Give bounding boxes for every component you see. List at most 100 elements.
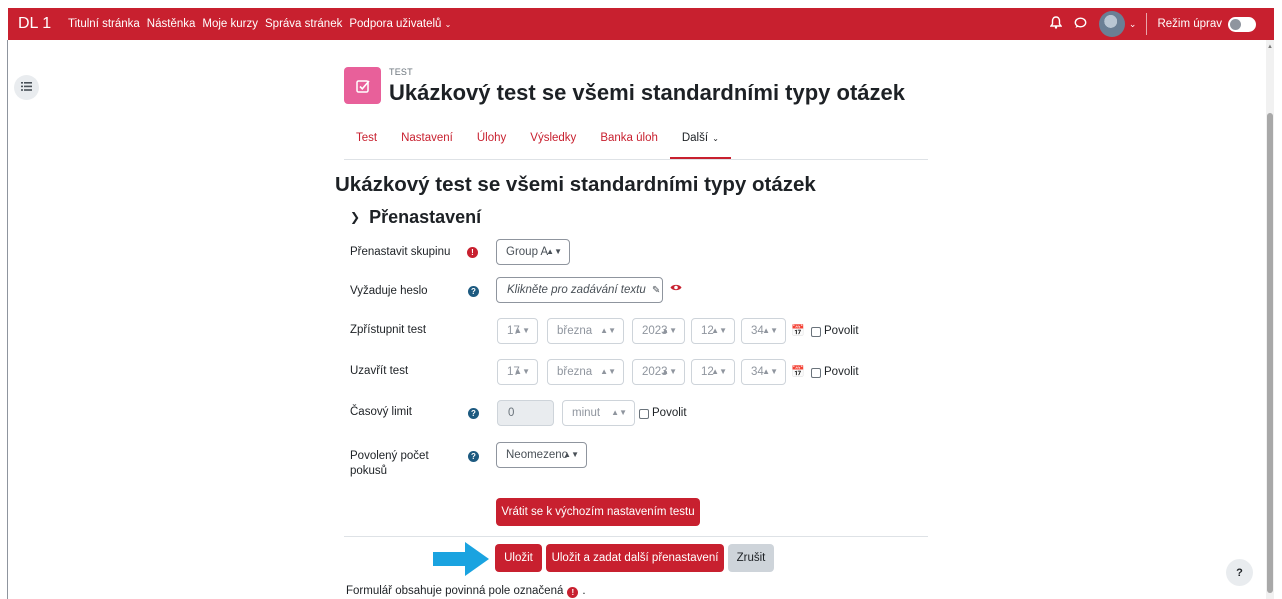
chat-icon[interactable] xyxy=(1074,16,1087,32)
time-limit-enable-label[interactable]: Povolit xyxy=(652,407,687,419)
user-avatar[interactable] xyxy=(1098,11,1125,37)
attempts-label: Povolený počet pokusů xyxy=(350,450,429,477)
open-enable-label[interactable]: Povolit xyxy=(824,325,859,337)
open-enable-checkbox[interactable] xyxy=(811,327,821,337)
select-arrows-icon: ▲▼ xyxy=(600,326,616,335)
nav-link-my-courses[interactable]: Moje kurzy xyxy=(202,18,258,30)
navbar-user-area: ⌄ Režim úprav xyxy=(1044,8,1274,40)
nav-link-site-admin[interactable]: Správa stránek xyxy=(265,18,342,30)
open-date-label: Zpřístupnit test xyxy=(350,324,427,336)
question-icon[interactable]: ? xyxy=(468,286,479,297)
form-row-open-date: Zpřístupnit test 17 ▲▼ března ▲▼ 2023 ▲▼ 12… xyxy=(350,318,930,346)
required-note-text: Formulář obsahuje povinná pole označená xyxy=(346,585,564,597)
required-note-period: . xyxy=(582,585,586,597)
chevron-down-icon: ⌄ xyxy=(444,20,452,29)
navbar-divider xyxy=(1146,13,1148,35)
page-frame-border xyxy=(7,40,8,599)
tab-settings[interactable]: Nastavení xyxy=(389,126,465,159)
edit-mode-label: Režim úprav xyxy=(1157,18,1222,30)
close-date-label: Uzavřít test xyxy=(350,365,409,377)
time-limit-unit-select[interactable]: minut ▲▼ xyxy=(562,400,635,426)
nav-link-dashboard[interactable]: Nástěnka xyxy=(147,18,196,30)
required-icon: ! xyxy=(467,247,478,258)
save-button[interactable]: Uložit xyxy=(495,544,542,572)
chevron-down-icon: ⌄ xyxy=(710,134,719,143)
question-icon: ? xyxy=(1236,566,1243,579)
form-row-attempts: Povolený počet pokusů ? Neomezeno ▲▼ xyxy=(350,441,930,481)
form-row-password: Vyžaduje heslo ? Klikněte pro zadávání t… xyxy=(350,277,930,307)
page-title: Ukázkový test se všemi standardními typy… xyxy=(389,80,905,105)
quiz-icon xyxy=(344,67,381,104)
select-arrows-icon: ▲▼ xyxy=(711,367,727,376)
nav-link-home[interactable]: Titulní stránka xyxy=(68,18,140,30)
close-year-select[interactable]: 2023 ▲▼ xyxy=(632,359,685,385)
secondary-navigation: Test Nastavení Úlohy Výsledky Banka úloh… xyxy=(344,126,928,160)
select-arrows-icon: ▲▼ xyxy=(546,247,562,256)
close-minute-select[interactable]: 34 ▲▼ xyxy=(741,359,786,385)
close-month-select[interactable]: března ▲▼ xyxy=(547,359,624,385)
tab-more[interactable]: Další ⌄ xyxy=(669,126,731,159)
user-menu-chevron-icon[interactable]: ⌄ xyxy=(1129,19,1137,30)
open-day-select[interactable]: 17 ▲▼ xyxy=(497,318,538,344)
question-icon[interactable]: ? xyxy=(468,451,479,462)
save-and-add-another-button[interactable]: Uložit a zadat další přenastavení xyxy=(546,544,724,572)
group-label: Přenastavit skupinu xyxy=(350,246,451,258)
open-hour-select[interactable]: 12 ▲▼ xyxy=(691,318,735,344)
pencil-icon: ✎ xyxy=(651,285,661,296)
select-arrows-icon: ▲▼ xyxy=(600,367,616,376)
section-toggle-override[interactable]: ❯ Přenastavení xyxy=(350,207,481,228)
password-label: Vyžaduje heslo xyxy=(350,285,428,297)
edit-mode-toggle[interactable] xyxy=(1228,16,1256,32)
page-scrollbar-thumb[interactable] xyxy=(1267,113,1273,593)
activity-type-label: TEST xyxy=(389,67,413,77)
pointer-arrow-icon xyxy=(433,542,489,576)
open-year-select[interactable]: 2023 ▲▼ xyxy=(632,318,685,344)
close-month-value: března xyxy=(557,366,593,378)
required-fields-note: Formulář obsahuje povinná pole označená!… xyxy=(346,585,586,598)
form-row-time-limit: Časový limit ? 0 minut ▲▼ Povolit xyxy=(350,400,930,428)
eye-icon[interactable] xyxy=(670,283,682,295)
help-button[interactable]: ? xyxy=(1226,559,1253,586)
select-arrows-icon: ▲▼ xyxy=(661,326,677,335)
close-day-select[interactable]: 17 ▲▼ xyxy=(497,359,538,385)
select-arrows-icon: ▲▼ xyxy=(563,450,579,459)
course-index-toggle[interactable] xyxy=(14,75,39,100)
tab-results[interactable]: Výsledky xyxy=(518,126,588,159)
open-minute-select[interactable]: 34 ▲▼ xyxy=(741,318,786,344)
select-arrows-icon: ▲▼ xyxy=(762,326,778,335)
chevron-down-icon: ❯ xyxy=(350,210,361,224)
tab-questions[interactable]: Úlohy xyxy=(465,126,518,159)
form-row-close-date: Uzavřít test 17 ▲▼ března ▲▼ 2023 ▲▼ 12 ▲▼ 3… xyxy=(350,359,930,387)
primary-navigation: Titulní stránka Nástěnka Moje kurzy Sprá… xyxy=(68,18,458,30)
calendar-icon[interactable]: 📅 xyxy=(791,365,805,378)
scroll-up-arrow-icon[interactable]: ▲ xyxy=(1266,44,1274,52)
nav-link-user-support[interactable]: Podpora uživatelů ⌄ xyxy=(349,18,451,30)
group-select-value: Group A xyxy=(506,246,549,258)
form-divider xyxy=(344,536,928,537)
calendar-icon[interactable]: 📅 xyxy=(791,324,805,337)
tab-quiz[interactable]: Test xyxy=(344,126,389,159)
site-brand[interactable]: DL 1 xyxy=(8,15,68,33)
group-select[interactable]: Group A ▲▼ xyxy=(496,239,570,265)
select-arrows-icon: ▲▼ xyxy=(514,367,530,376)
attempts-value: Neomezeno xyxy=(506,449,569,461)
time-limit-value: 0 xyxy=(508,407,515,419)
required-icon: ! xyxy=(567,587,579,598)
select-arrows-icon: ▲▼ xyxy=(514,326,530,335)
tab-question-bank[interactable]: Banka úloh xyxy=(588,126,670,159)
password-field[interactable]: Klikněte pro zadávání textu ✎ xyxy=(496,277,663,303)
select-arrows-icon: ▲▼ xyxy=(711,326,727,335)
time-limit-enable-checkbox[interactable] xyxy=(639,409,649,419)
question-icon[interactable]: ? xyxy=(468,408,479,419)
time-limit-input[interactable]: 0 xyxy=(497,400,554,426)
close-hour-select[interactable]: 12 ▲▼ xyxy=(691,359,735,385)
revert-to-defaults-button[interactable]: Vrátit se k výchozím nastavením testu xyxy=(496,498,700,526)
top-navbar: DL 1 Titulní stránka Nástěnka Moje kurzy… xyxy=(8,8,1274,40)
cancel-button[interactable]: Zrušit xyxy=(728,544,774,572)
section-title: Přenastavení xyxy=(369,207,482,227)
close-enable-checkbox[interactable] xyxy=(811,368,821,378)
close-enable-label[interactable]: Povolit xyxy=(824,366,859,378)
bell-icon[interactable] xyxy=(1049,16,1063,32)
attempts-select[interactable]: Neomezeno ▲▼ xyxy=(496,442,587,468)
open-month-select[interactable]: března ▲▼ xyxy=(547,318,624,344)
